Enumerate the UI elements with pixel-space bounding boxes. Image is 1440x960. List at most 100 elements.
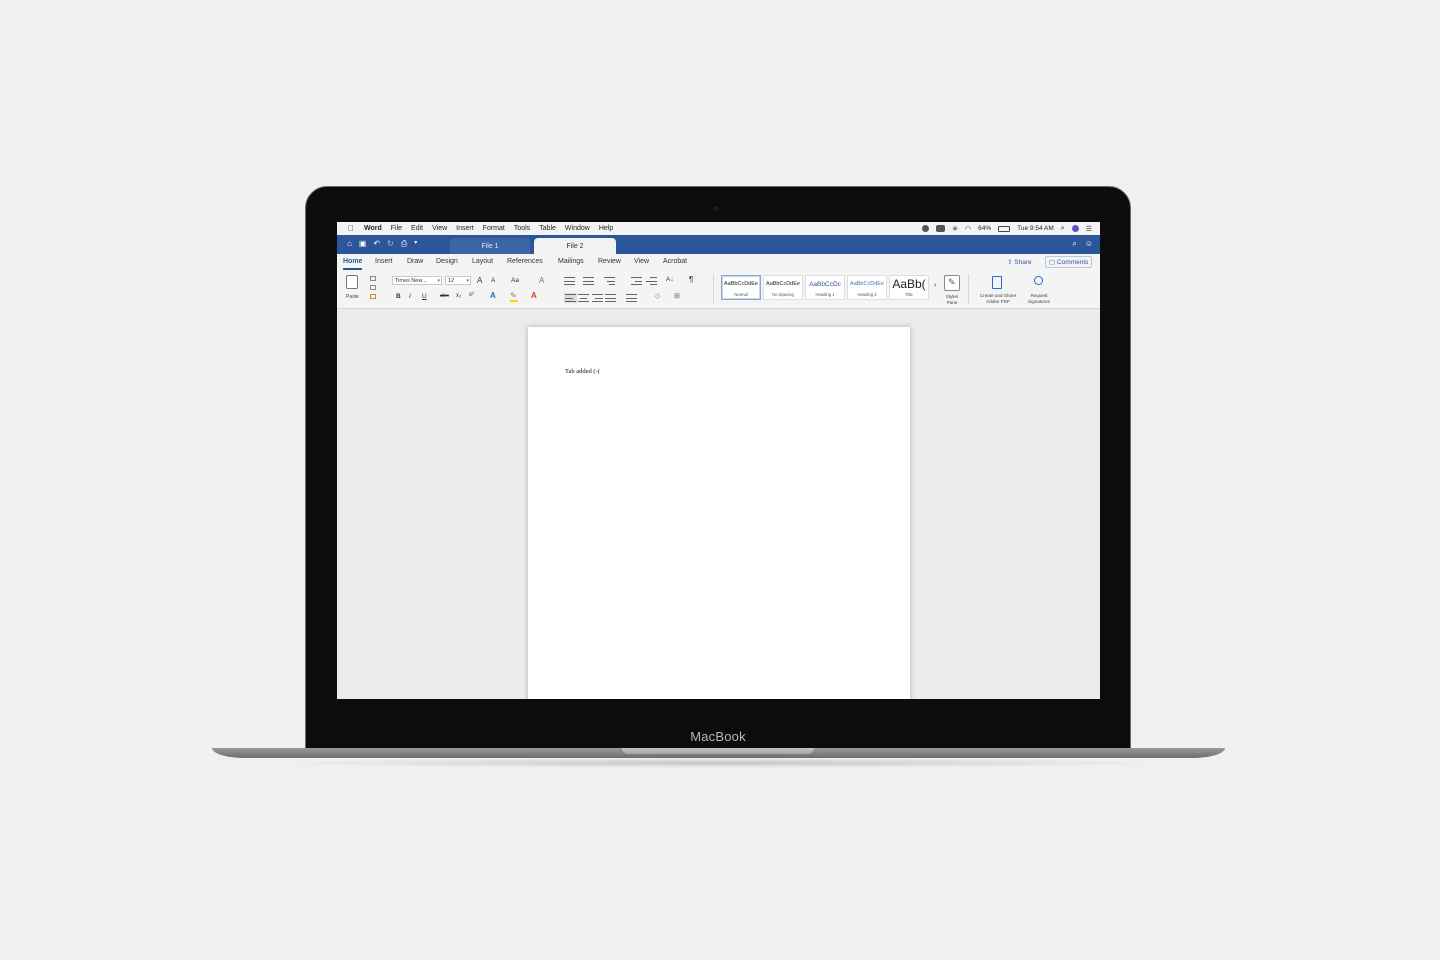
styles-gallery-more-icon[interactable]: › xyxy=(934,282,936,289)
spotlight-icon[interactable]: ⌕ xyxy=(1061,225,1065,233)
home-icon[interactable]: ⌂ xyxy=(347,239,352,249)
superscript-button[interactable]: x² xyxy=(469,292,474,298)
show-marks-button[interactable]: ¶ xyxy=(689,275,693,284)
redo-icon[interactable]: ↻ xyxy=(387,239,394,249)
style-normal[interactable]: AaBbCcDdEe Normal xyxy=(721,275,761,300)
subscript-button[interactable]: x₂ xyxy=(456,293,461,299)
style-preview: AaBbCcDdEe xyxy=(724,281,758,287)
clear-formatting-button[interactable]: A xyxy=(539,276,544,285)
bold-button[interactable]: B xyxy=(396,293,401,300)
save-icon[interactable]: ▣ xyxy=(359,239,367,249)
tab-review[interactable]: Review xyxy=(598,258,621,265)
menu-view[interactable]: View xyxy=(432,225,447,232)
comments-label: Comments xyxy=(1056,259,1089,266)
style-title[interactable]: AaBb( Title xyxy=(889,275,929,300)
quick-access-toolbar: ⌂ ▣ ↶ ↻ ⎙ ▾ xyxy=(347,239,417,249)
style-preview: AaBb( xyxy=(892,277,926,291)
comments-button[interactable]: ▢ Comments xyxy=(1045,256,1093,268)
undo-icon[interactable]: ↶ xyxy=(373,239,380,249)
account-icon[interactable]: ☺ xyxy=(1085,239,1093,249)
siri-icon[interactable] xyxy=(1071,225,1079,232)
share-button[interactable]: ⇧ Share xyxy=(1004,257,1035,267)
tab-draw[interactable]: Draw xyxy=(407,258,423,265)
print-icon[interactable]: ⎙ xyxy=(401,239,407,249)
document-text[interactable]: Tab added (-( xyxy=(565,368,600,375)
sort-button[interactable]: A↓ xyxy=(666,276,674,283)
search-icon[interactable]: ⌕ xyxy=(1072,239,1076,249)
tab-layout[interactable]: Layout xyxy=(472,258,493,265)
clipboard-icon xyxy=(346,275,358,289)
change-case-button[interactable]: Aa xyxy=(511,277,519,284)
create-pdf-icon[interactable] xyxy=(992,276,1002,289)
paste-button[interactable] xyxy=(345,275,361,295)
underline-button[interactable]: U xyxy=(422,293,427,300)
strikethrough-button[interactable]: abc xyxy=(440,293,449,299)
italic-button[interactable]: I xyxy=(409,293,411,300)
menu-help[interactable]: Help xyxy=(599,225,613,232)
bullets-icon[interactable] xyxy=(564,277,575,285)
align-center-icon[interactable] xyxy=(578,294,589,302)
tab-references[interactable]: References xyxy=(507,258,543,265)
menu-bar:  Word File Edit View Insert Format Tool… xyxy=(337,222,1100,235)
menu-format[interactable]: Format xyxy=(483,225,505,232)
customize-icon[interactable]: ▾ xyxy=(414,239,417,249)
bluetooth-icon[interactable]: ✳ xyxy=(952,225,958,233)
tab-file-2[interactable]: File 2 xyxy=(534,238,616,254)
align-right-icon[interactable] xyxy=(592,294,603,302)
line-spacing-icon[interactable] xyxy=(626,294,637,302)
grow-font-button[interactable]: A xyxy=(477,276,482,285)
tab-design[interactable]: Design xyxy=(436,258,458,265)
tab-mailings[interactable]: Mailings xyxy=(558,258,584,265)
notification-center-icon[interactable]: ☰ xyxy=(1086,225,1092,233)
menu-window[interactable]: Window xyxy=(565,225,590,232)
multilevel-list-icon[interactable] xyxy=(604,277,615,285)
style-name: Heading 2 xyxy=(857,292,877,297)
tab-view[interactable]: View xyxy=(634,258,649,265)
font-name-dropdown[interactable]: Times New... xyxy=(392,276,442,285)
shading-icon[interactable]: ◇ xyxy=(655,292,660,300)
cut-icon[interactable] xyxy=(370,276,376,281)
style-name: Title xyxy=(905,292,913,297)
style-heading-2[interactable]: AaBbCcDdEe Heading 2 xyxy=(847,275,887,300)
style-no-spacing[interactable]: AaBbCcDdEe No Spacing xyxy=(763,275,803,300)
justify-icon[interactable] xyxy=(605,294,616,302)
format-painter-icon[interactable] xyxy=(370,294,376,299)
wifi-icon[interactable]: ◠ xyxy=(965,225,971,233)
tab-acrobat[interactable]: Acrobat xyxy=(663,258,687,265)
request-signatures-icon[interactable] xyxy=(1034,276,1043,285)
menu-file[interactable]: File xyxy=(391,225,402,232)
creative-cloud-icon[interactable] xyxy=(922,225,930,232)
style-heading-1[interactable]: AaBbCcDc Heading 1 xyxy=(805,275,845,300)
borders-icon[interactable]: ⊞ xyxy=(674,292,680,300)
document-page[interactable]: Tab added (-( xyxy=(528,327,910,699)
battery-percent: 64% xyxy=(978,225,992,232)
menu-tools[interactable]: Tools xyxy=(514,225,530,232)
align-left-icon[interactable] xyxy=(564,293,577,303)
create-pdf-label[interactable]: Create and Share Adobe PDF xyxy=(971,293,1025,304)
tab-file-1[interactable]: File 1 xyxy=(450,238,530,254)
status-area: ✳ ◠ 64% Tue 9:54 AM ⌕ ☰ xyxy=(922,222,1092,235)
font-size-dropdown[interactable]: 12 xyxy=(445,276,471,285)
font-color-button[interactable]: A xyxy=(531,291,537,300)
battery-icon[interactable] xyxy=(998,225,1011,232)
copy-icon[interactable] xyxy=(370,285,376,290)
menu-insert[interactable]: Insert xyxy=(456,225,474,232)
clock[interactable]: Tue 9:54 AM xyxy=(1017,225,1054,232)
airplay-icon[interactable] xyxy=(936,225,946,232)
menu-word[interactable]: Word xyxy=(364,225,382,232)
text-effects-button[interactable]: A xyxy=(490,291,496,300)
menu-table[interactable]: Table xyxy=(539,225,556,232)
apple-icon[interactable]:  xyxy=(348,224,354,233)
highlight-pen-icon[interactable]: ✎ xyxy=(510,291,517,300)
title-bar: ⌂ ▣ ↶ ↻ ⎙ ▾ File 1 File 2 ⌕ ☺ xyxy=(337,235,1100,254)
increase-indent-icon[interactable] xyxy=(646,277,657,285)
tab-home[interactable]: Home xyxy=(343,258,363,270)
tab-insert[interactable]: Insert xyxy=(375,258,393,265)
decrease-indent-icon[interactable] xyxy=(631,277,642,285)
menu-edit[interactable]: Edit xyxy=(411,225,423,232)
ribbon: Paste Times New... 12 A A Aa A B I U abc… xyxy=(337,270,1100,309)
request-signatures-label[interactable]: Request Signatures xyxy=(1021,293,1057,304)
shrink-font-button[interactable]: A xyxy=(491,277,495,284)
numbering-icon[interactable] xyxy=(583,277,594,285)
styles-pane-button[interactable]: ✎ xyxy=(944,275,960,291)
